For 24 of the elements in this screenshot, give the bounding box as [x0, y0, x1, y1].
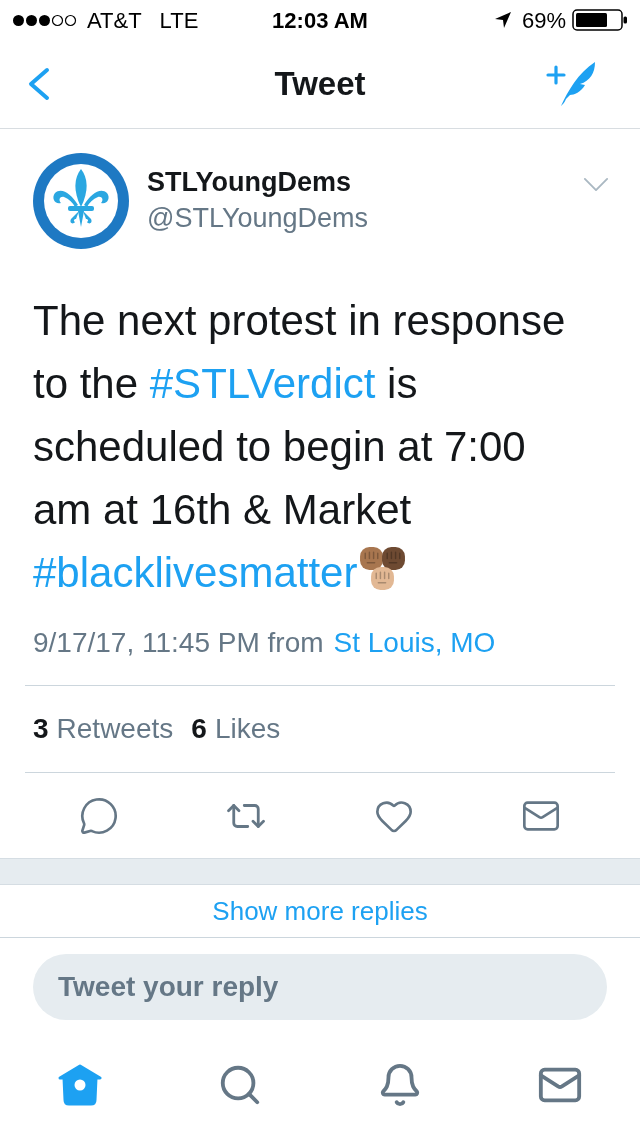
home-icon[interactable]	[58, 1064, 102, 1106]
compose-icon[interactable]	[546, 61, 596, 107]
stat-count-link[interactable]: 6 Likes	[191, 708, 281, 750]
back-chevron-icon[interactable]	[28, 67, 50, 101]
author-name: STLYoungDems	[147, 166, 353, 199]
fleur-de-lis-avatar-icon[interactable]	[33, 153, 129, 249]
signal-dots-icon	[12, 13, 78, 27]
stat-count-link[interactable]: 3 Retweets	[33, 708, 174, 750]
hashtag-link[interactable]: #STLVerdict	[149, 360, 376, 407]
location-arrow-icon	[493, 11, 512, 29]
tweet-timestamp: 9/17/17, 11:45 PM from	[33, 626, 324, 660]
page-title: Tweet	[274, 64, 366, 105]
location-link[interactable]: St Louis, MO	[333, 625, 496, 661]
hashtag-link[interactable]: #blacklivesmatter	[33, 549, 358, 596]
clock-time: 12:03 AM	[272, 6, 368, 35]
battery-icon	[572, 9, 628, 31]
network-type: LTE	[159, 6, 199, 35]
battery-percentage: 69%	[521, 6, 566, 35]
author-handle: @STLYoungDems	[147, 202, 370, 235]
speech-bubble-icon[interactable]	[78, 795, 119, 836]
show-more-replies-link[interactable]: Show more replies	[212, 891, 428, 931]
tweet-text: The next protest in response to the #STLVerdict is scheduled to begin at 7:00 am at 16th & Market #blacklivesmatter	[33, 296, 567, 598]
carrier-name: AT&T	[87, 6, 142, 35]
reply-input-field[interactable]: Tweet your reply	[33, 954, 607, 1020]
